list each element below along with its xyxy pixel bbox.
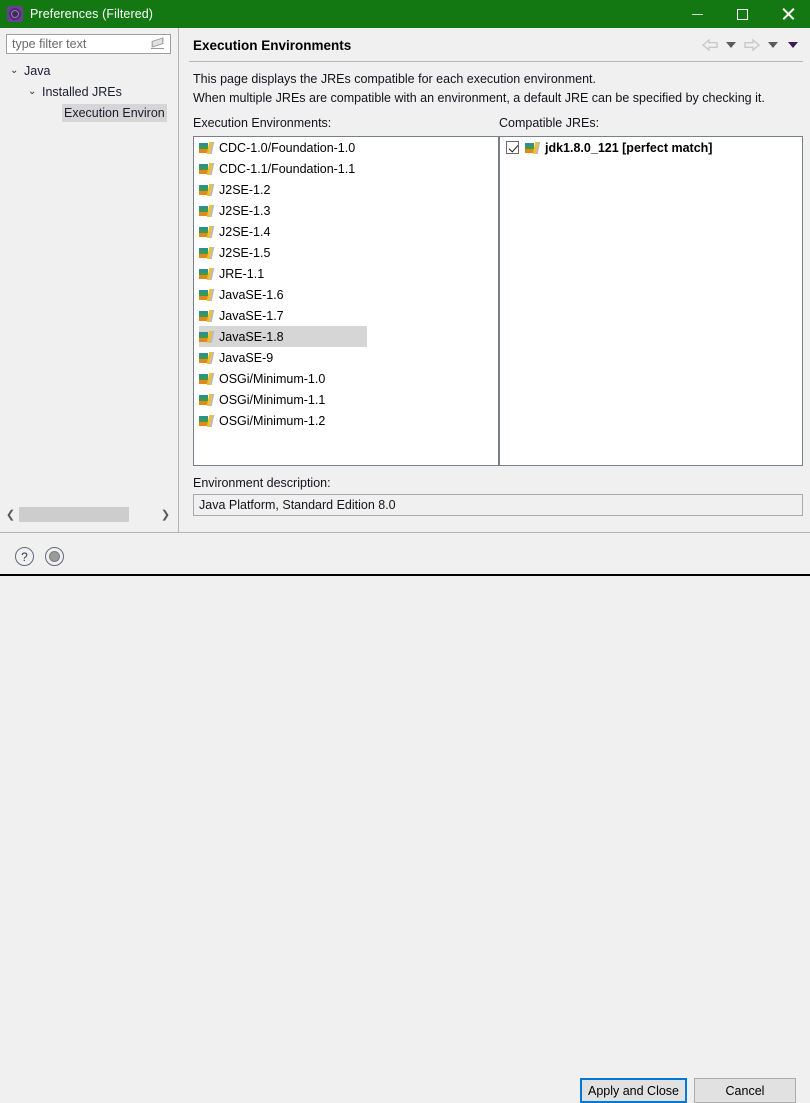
list-item[interactable]: CDC-1.0/Foundation-1.0 [194, 137, 498, 158]
jre-library-icon [199, 330, 215, 344]
jre-library-icon [199, 204, 215, 218]
list-item[interactable]: JavaSE-9 [194, 347, 498, 368]
title-bar: Preferences (Filtered) [0, 0, 810, 28]
page-navigation-toolbar [700, 36, 802, 54]
list-item[interactable]: OSGi/Minimum-1.0 [194, 368, 498, 389]
list-item-label: CDC-1.1/Foundation-1.1 [219, 161, 356, 176]
list-item[interactable]: JavaSE-1.7 [194, 305, 498, 326]
list-item[interactable]: jdk1.8.0_121 [perfect match] [500, 137, 802, 158]
maximize-button[interactable] [720, 0, 765, 28]
chevron-down-icon[interactable]: ⌄ [28, 86, 42, 97]
forward-dropdown-icon[interactable] [768, 42, 778, 48]
list-item-label: JavaSE-9 [219, 350, 274, 365]
jre-library-icon [199, 351, 215, 365]
compatible-jres-list[interactable]: jdk1.8.0_121 [perfect match] [499, 136, 803, 466]
page-description-line1: This page displays the JREs compatible f… [193, 72, 596, 86]
preferences-tree: ⌄ Java ⌄ Installed JREs Execution Enviro… [0, 60, 178, 123]
page-description: This page displays the JREs compatible f… [193, 70, 803, 108]
tree-horizontal-scrollbar[interactable]: ❮ ❯ [2, 506, 174, 523]
page-title: Execution Environments [193, 38, 352, 53]
preference-page-content: Execution Environments This page display… [179, 28, 810, 532]
back-arrow-icon[interactable] [700, 36, 720, 54]
list-item-selected[interactable]: JavaSE-1.8 [194, 326, 498, 347]
tree-item-label: Java [24, 63, 51, 78]
compatible-jres-label: Compatible JREs: [499, 116, 600, 130]
preferences-tree-panel: type filter text ⌄ Java ⌄ Installed JREs… [0, 28, 178, 532]
apply-and-close-button[interactable]: Apply and Close [580, 1078, 687, 1103]
page-description-line2: When multiple JREs are compatible with a… [193, 91, 765, 105]
tree-item-execution-environments[interactable]: Execution Environ [0, 102, 178, 123]
cancel-button[interactable]: Cancel [694, 1078, 796, 1103]
jre-library-icon [199, 267, 215, 281]
list-item-label: OSGi/Minimum-1.2 [219, 413, 326, 428]
help-icon[interactable]: ? [15, 547, 34, 566]
preferences-gear-icon [7, 6, 23, 22]
forward-arrow-icon[interactable] [742, 36, 762, 54]
list-item[interactable]: CDC-1.1/Foundation-1.1 [194, 158, 498, 179]
title-separator [189, 61, 803, 62]
list-item[interactable]: JRE-1.1 [194, 263, 498, 284]
environment-description-value: Java Platform, Standard Edition 8.0 [199, 498, 396, 512]
jre-library-icon [199, 246, 215, 260]
list-item-label: OSGi/Minimum-1.1 [219, 392, 326, 407]
list-item-label: JavaSE-1.6 [219, 287, 284, 302]
scroll-right-arrow-icon[interactable]: ❯ [157, 506, 174, 523]
window-title: Preferences (Filtered) [30, 7, 154, 21]
list-item[interactable]: OSGi/Minimum-1.2 [194, 410, 498, 431]
view-menu-dropdown-icon[interactable] [788, 42, 798, 48]
execution-environments-label: Execution Environments: [193, 116, 332, 130]
jre-library-icon [199, 225, 215, 239]
list-item[interactable]: J2SE-1.4 [194, 221, 498, 242]
tree-item-label: Installed JREs [42, 84, 122, 99]
jre-library-icon [199, 414, 215, 428]
environment-description-label: Environment description: [193, 476, 331, 490]
jre-library-icon [199, 309, 215, 323]
eraser-clear-icon[interactable] [149, 36, 167, 52]
list-item[interactable]: JavaSE-1.6 [194, 284, 498, 305]
jre-library-icon [199, 183, 215, 197]
jre-library-icon [199, 162, 215, 176]
list-item[interactable]: J2SE-1.2 [194, 179, 498, 200]
list-item-label: CDC-1.0/Foundation-1.0 [219, 140, 356, 155]
list-item-label: OSGi/Minimum-1.0 [219, 371, 326, 386]
execution-environments-list[interactable]: CDC-1.0/Foundation-1.0 CDC-1.1/Foundatio… [193, 136, 499, 466]
jre-library-icon [525, 141, 541, 155]
list-item[interactable]: OSGi/Minimum-1.1 [194, 389, 498, 410]
minimize-button[interactable] [675, 0, 720, 28]
list-item-label: JRE-1.1 [219, 266, 265, 281]
tree-item-installed-jres[interactable]: ⌄ Installed JREs [0, 81, 178, 102]
jre-library-icon [199, 141, 215, 155]
filter-input-container[interactable]: type filter text [6, 34, 171, 54]
list-item-label: J2SE-1.3 [219, 203, 271, 218]
close-button[interactable] [765, 0, 810, 28]
jre-default-checkbox[interactable] [506, 141, 519, 154]
tree-item-label: Execution Environ [62, 103, 167, 122]
environment-description-field: Java Platform, Standard Edition 8.0 [193, 494, 803, 516]
preferences-dialog: Preferences (Filtered) type filter text … [0, 0, 810, 1103]
list-item-label: JavaSE-1.8 [219, 329, 284, 344]
tree-item-java[interactable]: ⌄ Java [0, 60, 178, 81]
list-item[interactable]: J2SE-1.5 [194, 242, 498, 263]
list-item-label: J2SE-1.4 [219, 224, 271, 239]
search-input[interactable]: type filter text [7, 37, 149, 51]
chevron-down-icon[interactable]: ⌄ [10, 65, 24, 76]
list-item-label: JavaSE-1.7 [219, 308, 284, 323]
dialog-footer: ? Apply and Close Cancel [0, 533, 810, 1103]
window-controls [675, 0, 810, 28]
jre-library-icon [199, 393, 215, 407]
list-item-label: jdk1.8.0_121 [perfect match] [545, 140, 713, 155]
scrollbar-track[interactable] [19, 506, 157, 523]
scroll-left-arrow-icon[interactable]: ❮ [2, 506, 19, 523]
jre-library-icon [199, 288, 215, 302]
list-item-label: J2SE-1.5 [219, 245, 271, 260]
list-item[interactable]: J2SE-1.3 [194, 200, 498, 221]
restore-defaults-icon[interactable] [45, 547, 64, 566]
list-item-label: J2SE-1.2 [219, 182, 271, 197]
back-dropdown-icon[interactable] [726, 42, 736, 48]
scrollbar-thumb[interactable] [19, 507, 129, 522]
jre-library-icon [199, 372, 215, 386]
